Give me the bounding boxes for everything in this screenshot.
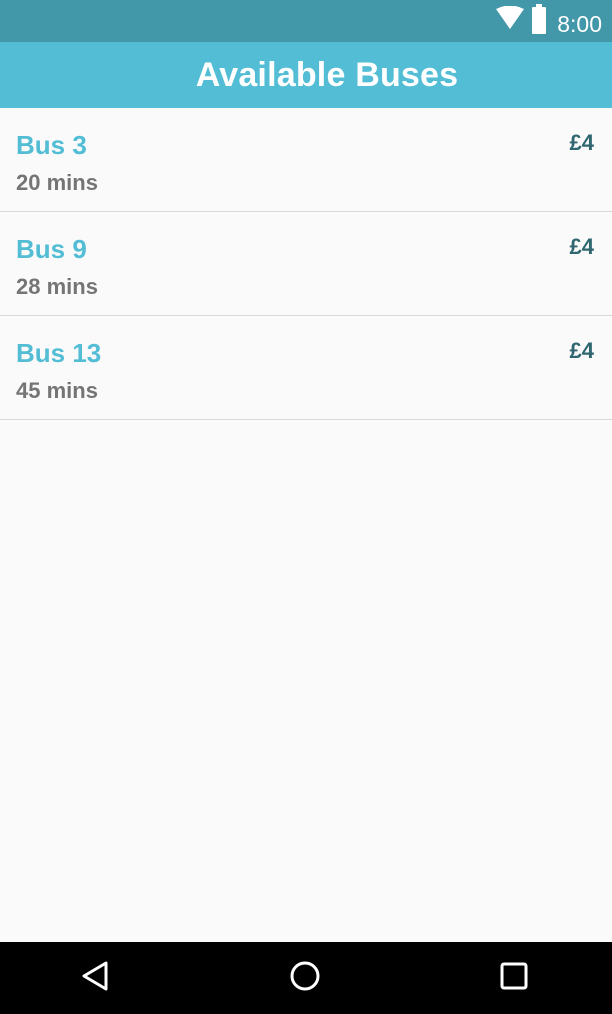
- battery-icon: [531, 3, 547, 39]
- recents-button[interactable]: [474, 942, 554, 1014]
- bus-name: Bus 3: [16, 130, 87, 160]
- home-button[interactable]: [265, 942, 345, 1014]
- bus-price: £4: [569, 234, 594, 259]
- status-bar: 8:00: [0, 0, 612, 42]
- bus-list: Bus 3 20 mins £4 Bus 9 28 mins £4 Bus 13…: [0, 108, 612, 420]
- recents-icon: [499, 961, 529, 996]
- bus-name: Bus 13: [16, 338, 102, 368]
- bus-name: Bus 9: [16, 234, 87, 264]
- bus-list-item-bus-9[interactable]: Bus 9 28 mins £4: [0, 212, 612, 316]
- bus-list-item-bus-13[interactable]: Bus 13 45 mins £4: [0, 316, 612, 420]
- status-icons: 8:00: [495, 0, 602, 42]
- bus-duration: 20 mins: [16, 170, 98, 195]
- bus-list-item-bus-3[interactable]: Bus 3 20 mins £4: [0, 108, 612, 212]
- back-icon: [80, 960, 110, 997]
- wifi-icon: [495, 5, 525, 37]
- status-time: 8:00: [557, 10, 602, 37]
- bus-price: £4: [569, 130, 594, 155]
- page-title: Available Buses: [195, 55, 459, 94]
- bus-duration: 45 mins: [16, 378, 98, 403]
- bus-duration: 28 mins: [16, 274, 98, 299]
- home-icon: [289, 960, 321, 997]
- app-bar: Available Buses: [0, 42, 612, 108]
- navigation-bar: [0, 942, 612, 1014]
- back-button[interactable]: [55, 942, 135, 1014]
- bus-price: £4: [569, 338, 594, 363]
